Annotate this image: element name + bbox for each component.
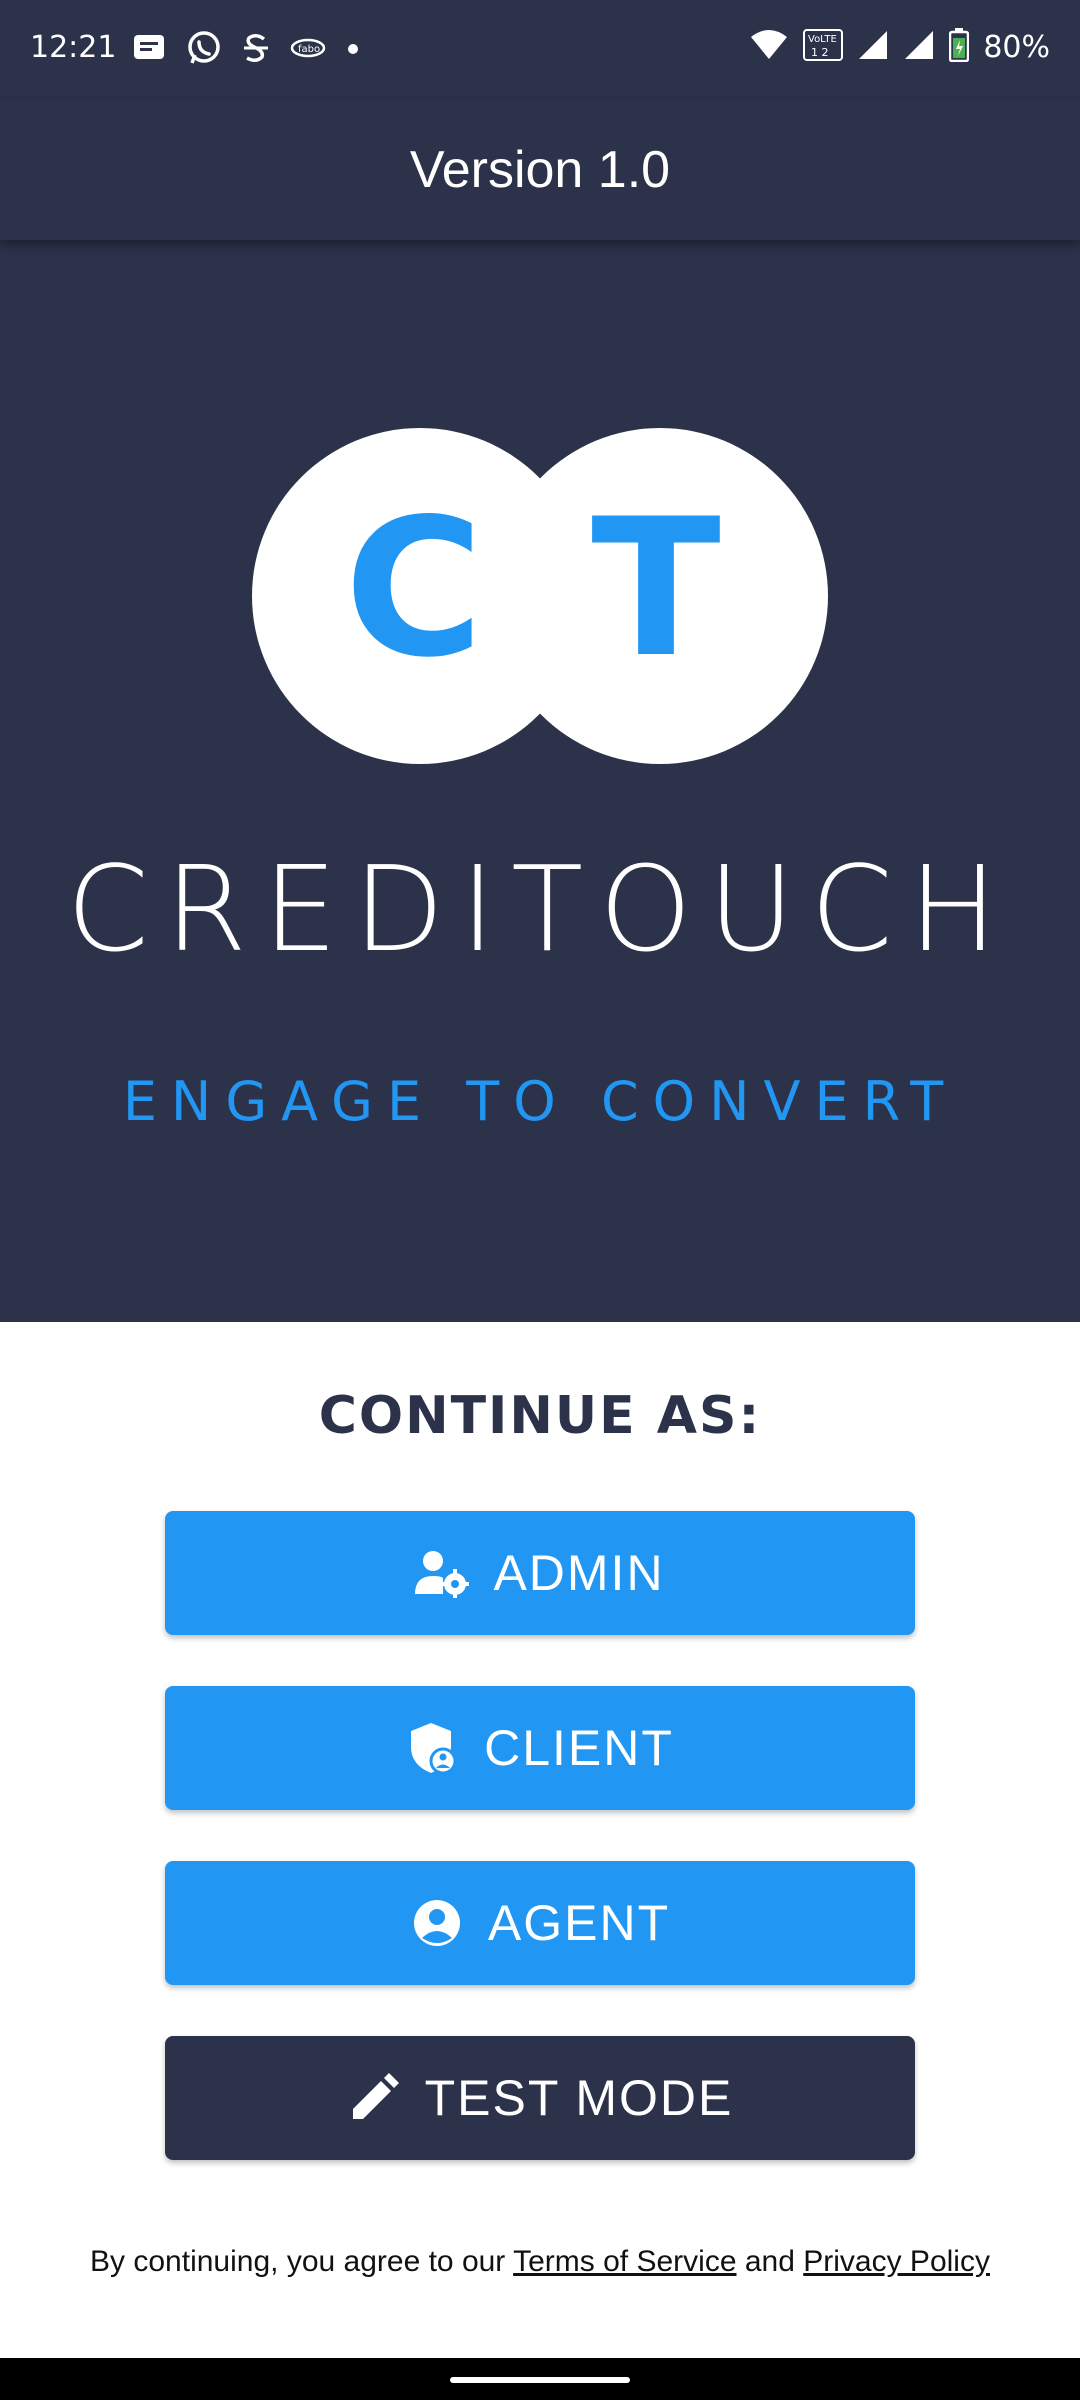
client-button-label: CLIENT (484, 1720, 674, 1776)
pencil-icon (347, 2071, 401, 2125)
shield-user-icon (406, 1721, 460, 1775)
signal-icon (903, 29, 935, 65)
battery-icon (949, 28, 970, 66)
continue-as-heading: CONTINUE AS: (318, 1386, 762, 1446)
whatsapp-icon (186, 30, 222, 70)
terms-of-service-link[interactable]: Terms of Service (513, 2245, 736, 2278)
app-version-title: Version 1.0 (409, 141, 671, 199)
admin-button[interactable]: ADMIN (165, 1511, 915, 1635)
app-bar: Version 1.0 (0, 100, 1080, 240)
status-bar: 12:21 fabo VoLTE 1 2 80% (0, 0, 1080, 100)
volte-icon: VoLTE 1 2 (803, 29, 844, 65)
dot-icon (346, 41, 360, 60)
terms-prefix: By continuing, you agree to our (90, 2245, 506, 2278)
svg-text:1 2: 1 2 (811, 46, 829, 59)
wifi-icon (749, 29, 789, 65)
svg-text:fabo: fabo (298, 44, 320, 55)
login-screen: 12:21 fabo VoLTE 1 2 80% Version 1.0 C T… (0, 0, 1080, 2400)
privacy-policy-link[interactable]: Privacy Policy (803, 2245, 990, 2278)
account-circle-icon (410, 1896, 464, 1950)
terms-notice: By continuing, you agree to our Terms of… (0, 2245, 1080, 2279)
s-app-icon (242, 31, 270, 69)
admin-settings-icon (415, 1546, 470, 1600)
home-indicator[interactable] (450, 2377, 630, 2383)
fabo-app-icon: fabo (290, 36, 326, 64)
client-button[interactable]: CLIENT (165, 1686, 915, 1810)
creditouch-logo: C T (252, 426, 828, 770)
notification-icons: fabo (132, 30, 360, 70)
system-status-icons: VoLTE 1 2 80% (749, 28, 1050, 66)
agent-button-label: AGENT (487, 1895, 671, 1951)
test-mode-button-label: TEST MODE (424, 2070, 734, 2126)
status-time: 12:21 (30, 30, 117, 65)
battery-percentage: 80% (983, 29, 1050, 65)
message-icon (132, 33, 166, 67)
agent-button[interactable]: AGENT (165, 1861, 915, 1985)
admin-button-label: ADMIN (493, 1545, 665, 1601)
brand-name: CREDITOUCH (66, 840, 1014, 978)
svg-text:VoLTE: VoLTE (808, 34, 837, 45)
logo-letter-t: T (591, 478, 721, 699)
brand-tagline: ENGAGE TO CONVERT (122, 1070, 958, 1133)
logo-letter-c: C (344, 478, 483, 699)
test-mode-button[interactable]: TEST MODE (165, 2036, 915, 2160)
terms-and: and (744, 2245, 795, 2278)
signal-icon (857, 29, 889, 65)
